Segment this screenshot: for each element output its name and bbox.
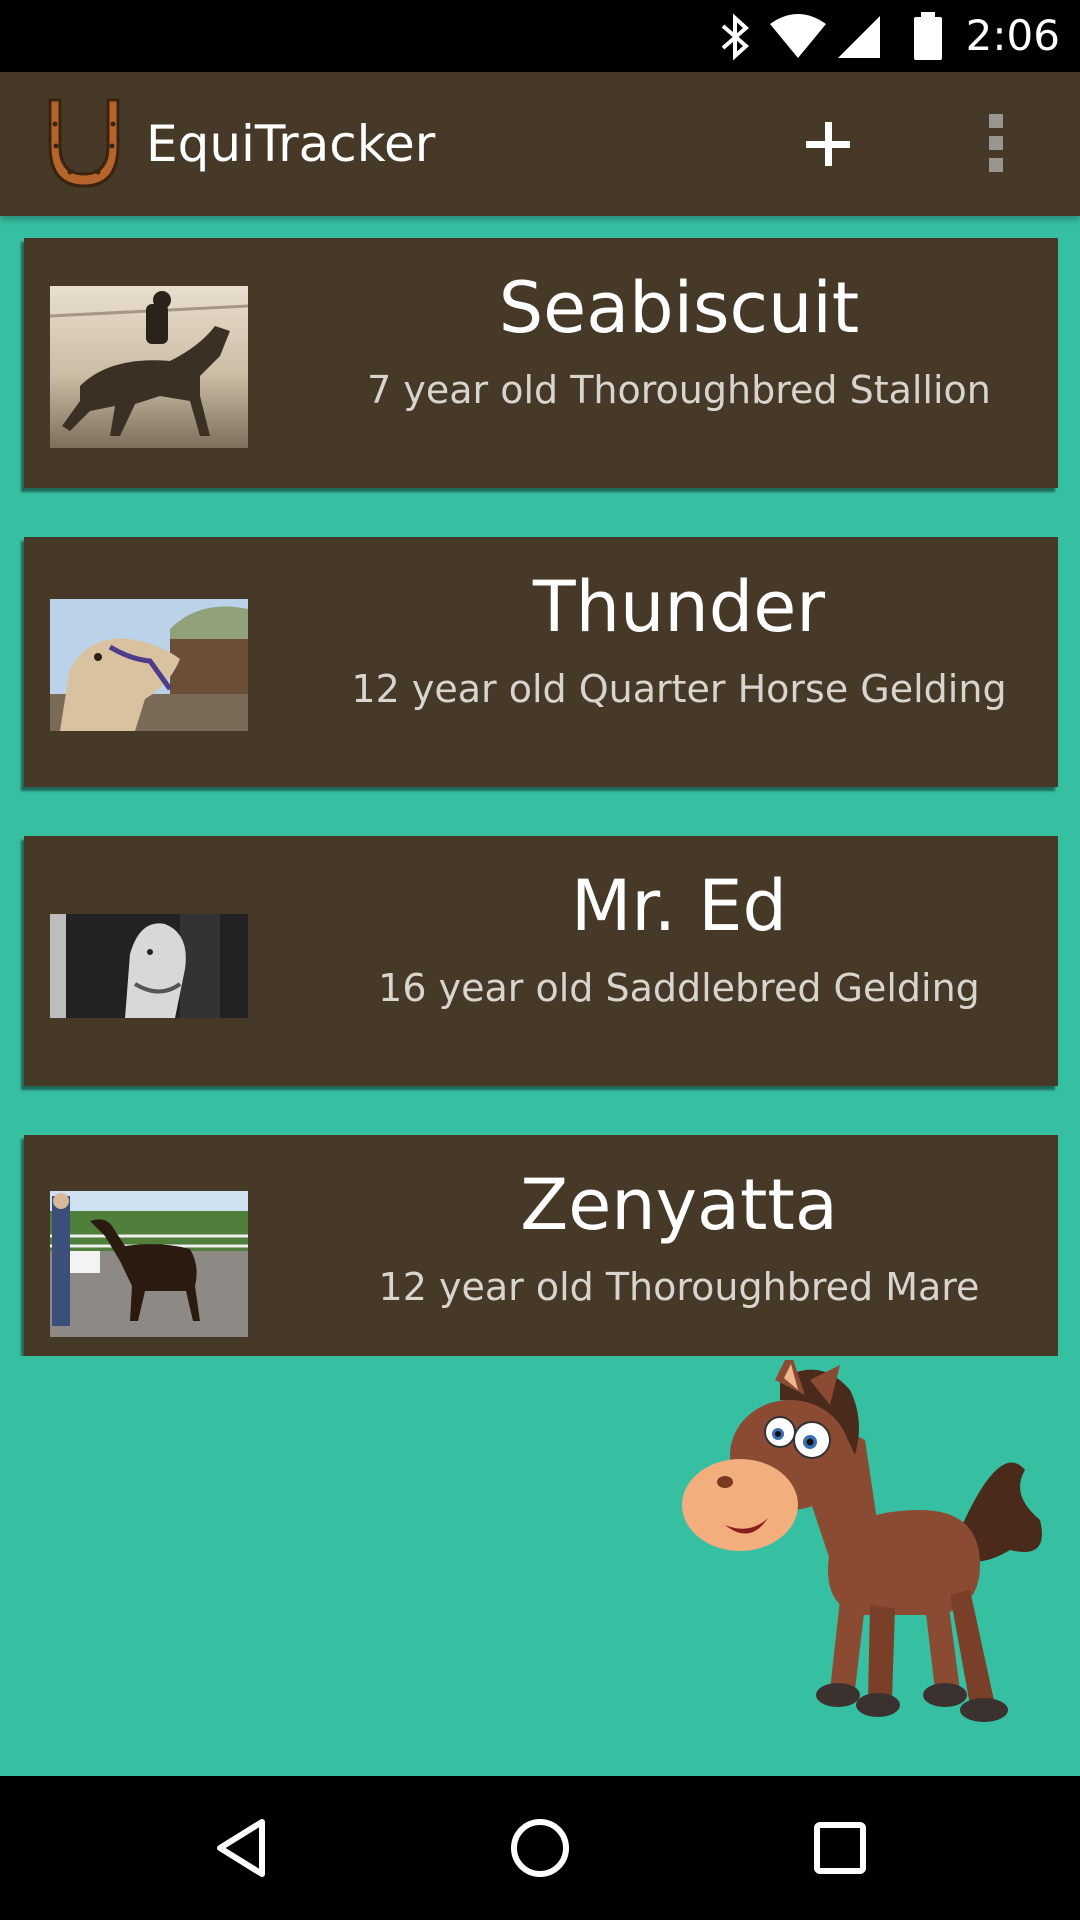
horse-name: Zenyatta [520, 1164, 838, 1246]
bluetooth-icon [721, 13, 750, 61]
horse-name: Seabiscuit [498, 267, 860, 349]
horse-name: Thunder [532, 566, 826, 648]
overflow-menu-button[interactable] [960, 108, 1032, 180]
horse-photo [50, 1191, 248, 1337]
back-icon [217, 1819, 265, 1877]
overflow-menu-icon [989, 114, 1003, 172]
horse-photo [50, 914, 248, 1018]
battery-icon [914, 12, 942, 60]
horse-card[interactable]: Seabiscuit 7 year old Thoroughbred Stall… [24, 238, 1058, 488]
cartoon-horse-illustration [682, 1360, 1042, 1722]
add-icon [806, 122, 850, 166]
horse-card[interactable]: Mr. Ed 16 year old Saddlebred Gelding [24, 836, 1058, 1086]
horse-card[interactable]: Zenyatta 12 year old Thoroughbred Mare [24, 1135, 1058, 1356]
app-bar: EquiTracker [0, 72, 1080, 216]
horse-description: 16 year old Saddlebred Gelding [378, 966, 980, 1010]
navigation-bar [0, 1776, 1080, 1920]
horseshoe-icon [48, 98, 120, 188]
home-button[interactable] [504, 1812, 576, 1884]
app-title: EquiTracker [146, 115, 436, 173]
home-icon [511, 1819, 569, 1877]
horse-list: Seabiscuit 7 year old Thoroughbred Stall… [0, 216, 1080, 1356]
status-time: 2:06 [965, 11, 1060, 60]
horse-card[interactable]: Thunder 12 year old Quarter Horse Geldin… [24, 537, 1058, 787]
status-bar: 2:06 [0, 0, 1080, 72]
wifi-icon [770, 14, 826, 58]
horse-name: Mr. Ed [571, 865, 787, 947]
horse-photo [50, 286, 248, 448]
horse-description: 12 year old Thoroughbred Mare [378, 1265, 980, 1309]
horse-description: 7 year old Thoroughbred Stallion [367, 368, 991, 412]
recents-icon [814, 1822, 866, 1874]
back-button[interactable] [206, 1812, 278, 1884]
cell-signal-icon [838, 16, 880, 58]
recents-button[interactable] [804, 1812, 876, 1884]
horse-photo [50, 599, 248, 731]
add-horse-button[interactable] [792, 108, 864, 180]
horse-description: 12 year old Quarter Horse Gelding [351, 667, 1007, 711]
